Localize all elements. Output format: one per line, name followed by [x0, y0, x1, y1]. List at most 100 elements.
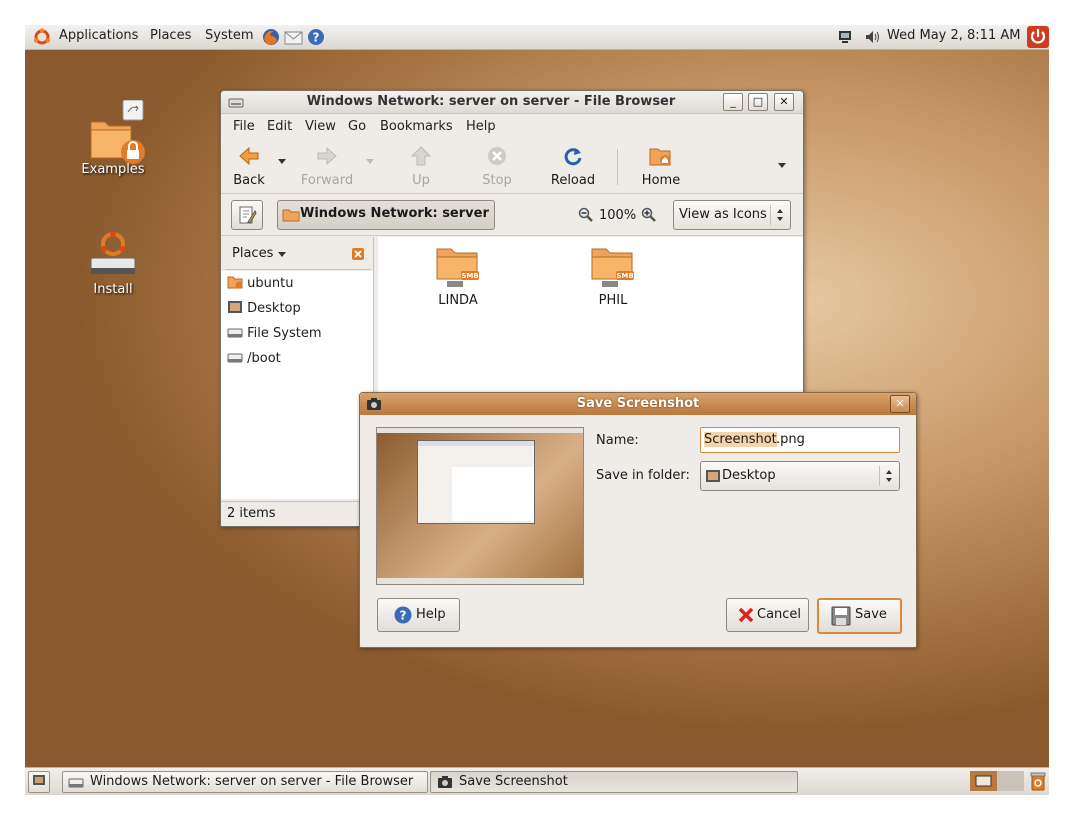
cancel-icon: [738, 607, 754, 623]
install-desktop-icon[interactable]: Install: [73, 230, 153, 300]
file-browser-title: Windows Network: server on server - File…: [306, 94, 676, 109]
forward-dropdown-icon[interactable]: [365, 157, 375, 165]
sidebar-item-desktop[interactable]: Desktop: [227, 296, 301, 321]
back-dropdown-icon[interactable]: [277, 157, 287, 165]
sidebar-item-boot[interactable]: /boot: [227, 346, 281, 371]
zoom-in-icon[interactable]: [641, 207, 657, 223]
name-input[interactable]: Screenshot .png: [700, 427, 900, 453]
volume-icon[interactable]: [864, 29, 882, 45]
firefox-icon[interactable]: [261, 27, 281, 47]
smb-share-icon: SMB: [436, 248, 479, 287]
zoom-out-icon[interactable]: [578, 207, 594, 223]
back-button[interactable]: Back: [221, 145, 277, 188]
up-button[interactable]: Up: [393, 145, 449, 188]
install-label: Install: [93, 282, 133, 297]
dialog-title: Save Screenshot: [576, 396, 700, 411]
network-monitor-icon[interactable]: [837, 29, 853, 45]
stop-button[interactable]: Stop: [469, 145, 525, 188]
taskbar-file-browser[interactable]: Windows Network: server on server - File…: [62, 771, 428, 793]
spin-arrows-icon: [777, 209, 783, 221]
bottom-panel: Windows Network: server on server - File…: [25, 767, 1049, 795]
drive-icon: [227, 328, 243, 338]
reload-icon: [564, 148, 582, 166]
file-item[interactable]: SMB PHIL: [578, 245, 648, 308]
go-menu[interactable]: Go: [348, 119, 366, 134]
cancel-button[interactable]: Cancel: [726, 598, 809, 632]
clock[interactable]: Wed May 2, 8:11 AM: [887, 28, 1020, 43]
places-dropdown-icon[interactable]: [277, 251, 287, 259]
combo-separator: [770, 205, 771, 225]
file-browser-titlebar[interactable]: Windows Network: server on server - File…: [221, 91, 803, 114]
dialog-titlebar[interactable]: Save Screenshot ✕: [360, 393, 916, 415]
drive-icon: [228, 98, 244, 108]
help-icon: ?: [394, 606, 412, 624]
workspace-1[interactable]: [970, 771, 997, 791]
smb-badge: SMB: [461, 272, 478, 280]
sidebar-item-file-system[interactable]: File System: [227, 321, 322, 346]
trash-icon[interactable]: [1029, 771, 1047, 791]
sidebar-item-ubuntu[interactable]: ubuntu: [227, 271, 293, 296]
toolbar-overflow-icon[interactable]: [777, 161, 787, 169]
help-menu[interactable]: Help: [466, 119, 496, 134]
folder-select[interactable]: Desktop: [700, 461, 900, 491]
floppy-save-icon: [831, 606, 851, 626]
zoom-level: 100%: [599, 208, 637, 223]
file-item[interactable]: SMB LINDA: [423, 245, 493, 308]
examples-desktop-icon[interactable]: Examples: [73, 100, 153, 180]
desktop: Examples Install Windows Network: server…: [25, 50, 1049, 767]
location-path-button[interactable]: Windows Network: server: [277, 200, 495, 230]
applications-menu[interactable]: Applications: [59, 28, 138, 43]
dialog-close-button[interactable]: ✕: [890, 395, 910, 413]
name-input-ext: .png: [776, 432, 805, 447]
reload-button[interactable]: Reload: [545, 145, 601, 188]
toggle-location-button[interactable]: [231, 200, 263, 230]
help-icon[interactable]: ?: [307, 28, 325, 46]
home-button[interactable]: Home: [633, 145, 689, 188]
desktop-icon: [228, 301, 242, 313]
places-menu[interactable]: Places: [150, 28, 191, 43]
desktop-icon: [706, 470, 720, 482]
system-menu[interactable]: System: [205, 28, 253, 43]
drive-icon: [68, 778, 84, 788]
file-menu[interactable]: File: [233, 119, 255, 134]
save-button[interactable]: Save: [817, 598, 902, 634]
up-arrow-icon: [410, 146, 432, 166]
view-mode-select[interactable]: View as Icons: [673, 200, 791, 230]
maximize-button[interactable]: □: [748, 93, 768, 111]
forward-button[interactable]: Forward: [299, 145, 355, 188]
taskbar-save-screenshot[interactable]: Save Screenshot: [430, 771, 798, 793]
bookmarks-menu[interactable]: Bookmarks: [380, 119, 453, 134]
install-drive-icon: [90, 231, 136, 274]
toolbar: Back Forward Up Stop Reload Home: [221, 141, 803, 194]
help-button[interactable]: ? Help: [377, 598, 460, 632]
places-list: ubuntu Desktop File System /boot: [221, 271, 373, 499]
examples-folder-icon: [90, 100, 145, 164]
drive-icon: [227, 353, 243, 363]
preview-content: [452, 467, 534, 521]
name-input-selected: Screenshot: [704, 432, 777, 447]
close-sidebar-icon[interactable]: [352, 248, 364, 260]
screenshot-preview: [376, 427, 584, 585]
save-screenshot-dialog: Save Screenshot ✕ Name: Screenshot .png …: [359, 392, 917, 648]
file-name: PHIL: [598, 293, 628, 308]
minimize-button[interactable]: _: [723, 93, 743, 111]
home-folder-icon: [227, 276, 243, 289]
spin-arrows-icon: [886, 470, 892, 482]
name-label: Name:: [596, 433, 639, 448]
smb-badge: SMB: [616, 272, 633, 280]
network-folder-icon: [282, 209, 300, 222]
edit-location-icon: [239, 206, 257, 224]
places-dropdown[interactable]: Places: [232, 246, 273, 261]
camera-icon: [438, 776, 452, 788]
close-button[interactable]: ✕: [774, 93, 794, 111]
edit-menu[interactable]: Edit: [267, 119, 292, 134]
power-icon[interactable]: [1027, 26, 1049, 48]
view-menu[interactable]: View: [305, 119, 336, 134]
ubuntu-logo-icon: [33, 28, 51, 45]
workspace-switcher[interactable]: [970, 771, 1024, 791]
location-bar: Windows Network: server 100% View as Ico…: [221, 195, 803, 236]
mail-icon[interactable]: [284, 28, 304, 46]
show-desktop-button[interactable]: [28, 771, 50, 793]
menubar: File Edit View Go Bookmarks Help: [221, 115, 803, 139]
top-panel: Applications Places System ? Wed May 2, …: [25, 25, 1049, 50]
